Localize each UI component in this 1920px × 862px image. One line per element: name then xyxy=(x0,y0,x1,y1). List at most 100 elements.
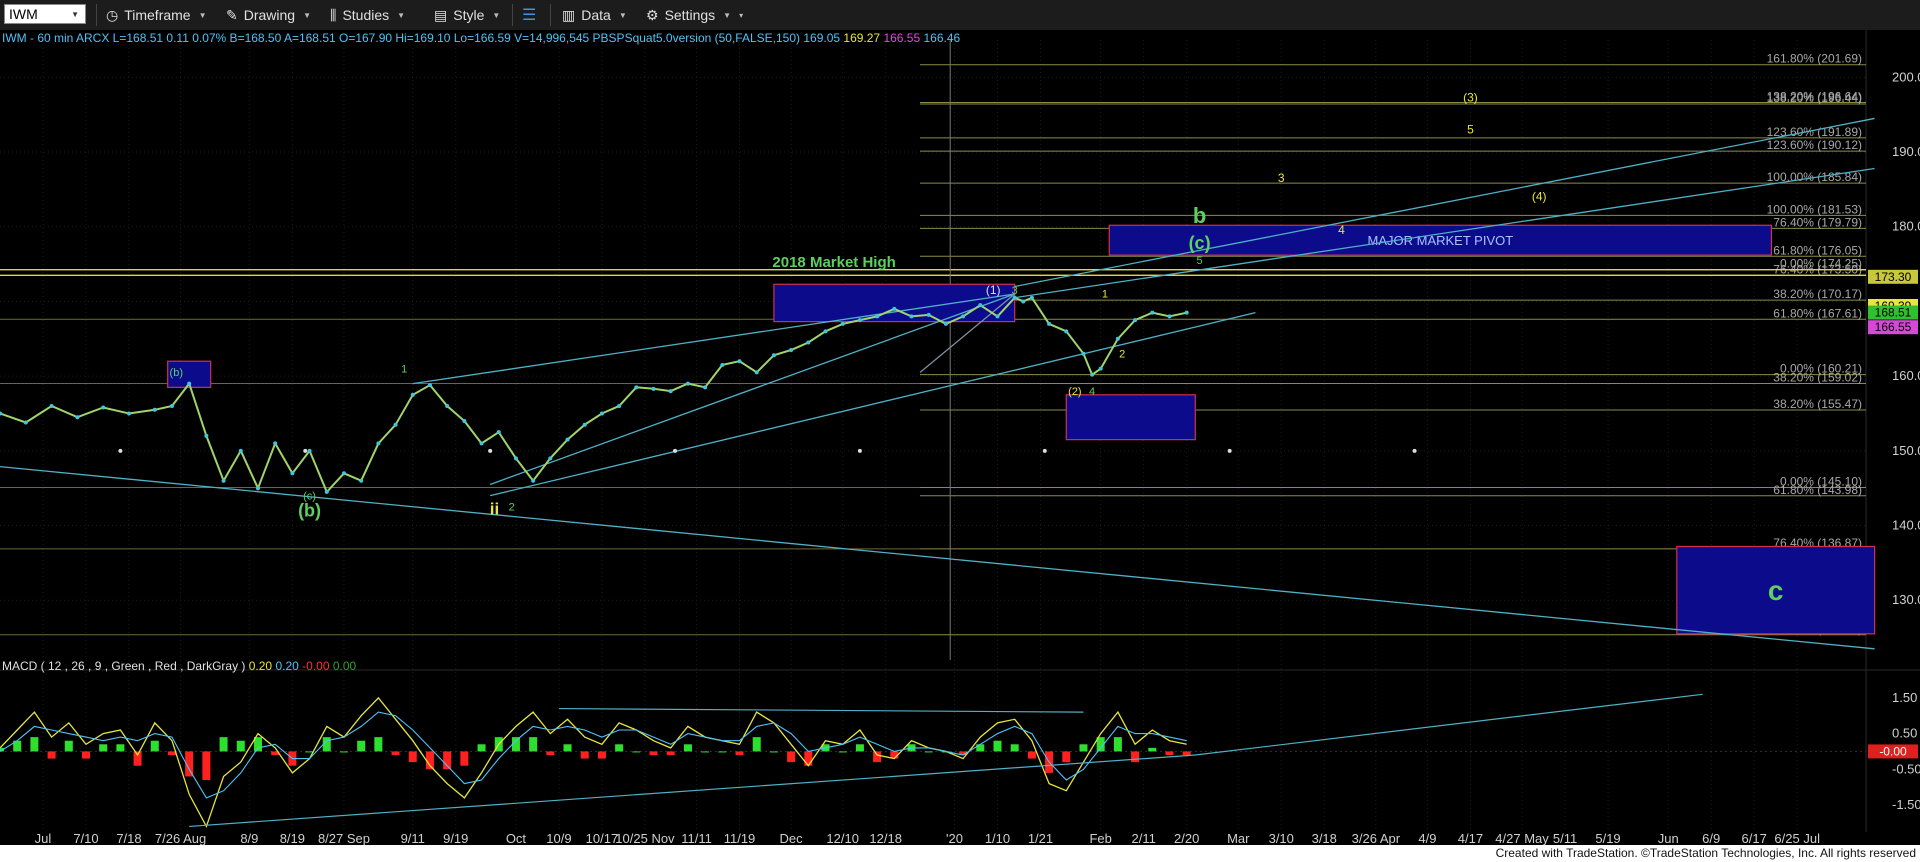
macd-histogram-bar xyxy=(1182,751,1191,755)
macd-histogram-bar xyxy=(391,751,400,755)
wave-label: ii xyxy=(490,499,499,518)
x-axis-label: 7/18 xyxy=(116,831,141,845)
price-point xyxy=(75,415,80,420)
price-point xyxy=(840,321,845,326)
x-axis-label: 2/11 xyxy=(1132,831,1156,845)
price-point xyxy=(393,422,398,427)
wave-label: 5 xyxy=(1197,255,1203,267)
price-point xyxy=(307,448,312,453)
macd-histogram-bar xyxy=(133,751,142,766)
style-menu[interactable]: ▤ Style ▼ xyxy=(434,3,500,27)
macd-histogram-bar xyxy=(1062,751,1071,763)
wave-label: (c) xyxy=(1189,233,1211,253)
macd-histogram-bar xyxy=(219,737,228,752)
price-point xyxy=(445,404,450,409)
fib-level-label: 61.80% (167.61) xyxy=(1773,306,1862,320)
price-point xyxy=(238,448,243,453)
price-point xyxy=(101,405,106,410)
price-point xyxy=(1184,310,1189,315)
fib-level-label: 100.00% (181.53) xyxy=(1767,202,1862,216)
wave-label: (3) xyxy=(1463,90,1478,104)
drawing-menu[interactable]: ✎ Drawing ▼ xyxy=(226,3,311,27)
symbol-value: IWM xyxy=(9,6,38,22)
macd-histogram-bar xyxy=(236,740,245,752)
zone-label: c xyxy=(1768,575,1784,606)
price-point xyxy=(1090,372,1095,377)
studies-menu[interactable]: ⫼ Studies ▼ xyxy=(330,3,405,27)
chart-area[interactable]: 161.80% (201.69)138.20% (196.64)138.20% … xyxy=(0,30,1920,845)
symbol-input[interactable]: IWM ▼ xyxy=(4,4,86,24)
x-axis-label: 3/10 xyxy=(1269,831,1294,845)
macd-histogram-bar xyxy=(1079,744,1088,752)
footer: Created with TradeStation. ©TradeStation… xyxy=(0,845,1920,862)
style-icon: ▤ xyxy=(434,6,448,23)
x-axis-label: 9/19 xyxy=(443,831,468,845)
x-axis-label: 12/10 xyxy=(826,831,859,845)
wave-label: (b) xyxy=(170,367,183,379)
macd-histogram-bar xyxy=(701,751,710,753)
macd-histogram-bar xyxy=(1165,751,1174,755)
price-point xyxy=(324,489,329,494)
price-point xyxy=(126,411,131,416)
drawing-label: Drawing xyxy=(243,7,296,23)
chevron-down-icon: ▼ xyxy=(618,10,627,20)
macd-histogram-bar xyxy=(1113,737,1122,752)
price-axis-label: 180.00 xyxy=(1892,219,1920,234)
wave-label: 3 xyxy=(1278,171,1285,185)
timeframe-menu[interactable]: ◷ Timeframe ▼ xyxy=(106,3,207,27)
x-axis-label: 5/19 xyxy=(1595,831,1620,845)
wave-label: 2 xyxy=(1119,348,1125,360)
price-point xyxy=(720,362,725,367)
price-point xyxy=(754,370,759,375)
x-axis-label: Dec xyxy=(780,831,804,845)
macd-histogram-bar xyxy=(752,737,761,752)
price-point xyxy=(1098,366,1103,371)
wave-label: (2) xyxy=(1068,386,1081,398)
macd-histogram-bar xyxy=(855,744,864,752)
macd-histogram-bar xyxy=(529,737,538,752)
wave-label: 2018 Market High xyxy=(772,254,895,271)
x-axis-label: 11/11 xyxy=(681,831,712,845)
macd-histogram-bar xyxy=(804,751,813,766)
pencil-icon: ✎ xyxy=(226,6,238,23)
price-point xyxy=(496,430,501,435)
macd-histogram-bar xyxy=(425,751,434,770)
gear-icon: ⚙ xyxy=(646,6,659,23)
price-point xyxy=(479,441,484,446)
macd-histogram-bar xyxy=(30,737,39,752)
price-point xyxy=(737,359,742,364)
wave-label: (c) xyxy=(303,490,316,502)
target-zone-box xyxy=(1065,394,1196,441)
price-point xyxy=(513,456,518,461)
x-axis-label: 1/10 xyxy=(985,831,1010,845)
price-point xyxy=(1167,314,1172,319)
x-axis-label: 3/18 xyxy=(1312,831,1337,845)
time-marker-dot xyxy=(303,448,308,453)
settings-menu[interactable]: ⚙ Settings ▼ ▾ xyxy=(646,3,743,27)
price-point xyxy=(273,441,278,446)
wave-label: b xyxy=(1193,203,1206,228)
data-label: Data xyxy=(581,7,611,23)
time-marker-dot xyxy=(118,448,123,453)
more-icon: ▾ xyxy=(739,10,744,20)
price-point xyxy=(1021,299,1026,304)
symbol-dropdown-icon[interactable]: ▼ xyxy=(71,10,79,19)
macd-badge-label: -0.00 xyxy=(1879,744,1907,758)
macd-histogram-bar xyxy=(873,751,882,763)
x-axis-label: 9/11 xyxy=(401,831,425,845)
price-point xyxy=(771,353,776,358)
macd-histogram-bar xyxy=(167,751,176,755)
time-marker-dot xyxy=(1412,448,1417,453)
chevron-down-icon: ▼ xyxy=(198,10,207,20)
macd-header: MACD ( 12 , 26 , 9 , Green , Red , DarkG… xyxy=(2,659,357,673)
fib-level-label: 61.80% (176.05) xyxy=(1773,243,1862,257)
price-axis-label: 200.00 xyxy=(1892,69,1920,84)
layout-button[interactable]: ☰ xyxy=(522,3,536,27)
price-axis-label: 130.00 xyxy=(1892,592,1920,607)
macd-histogram-bar xyxy=(735,751,744,755)
macd-histogram-bar xyxy=(976,744,985,752)
timeframe-label: Timeframe xyxy=(124,7,191,23)
studies-icon: ⫼ xyxy=(330,6,337,23)
macd-histogram-bar xyxy=(924,751,933,753)
data-menu[interactable]: ▥ Data ▼ xyxy=(562,3,627,27)
